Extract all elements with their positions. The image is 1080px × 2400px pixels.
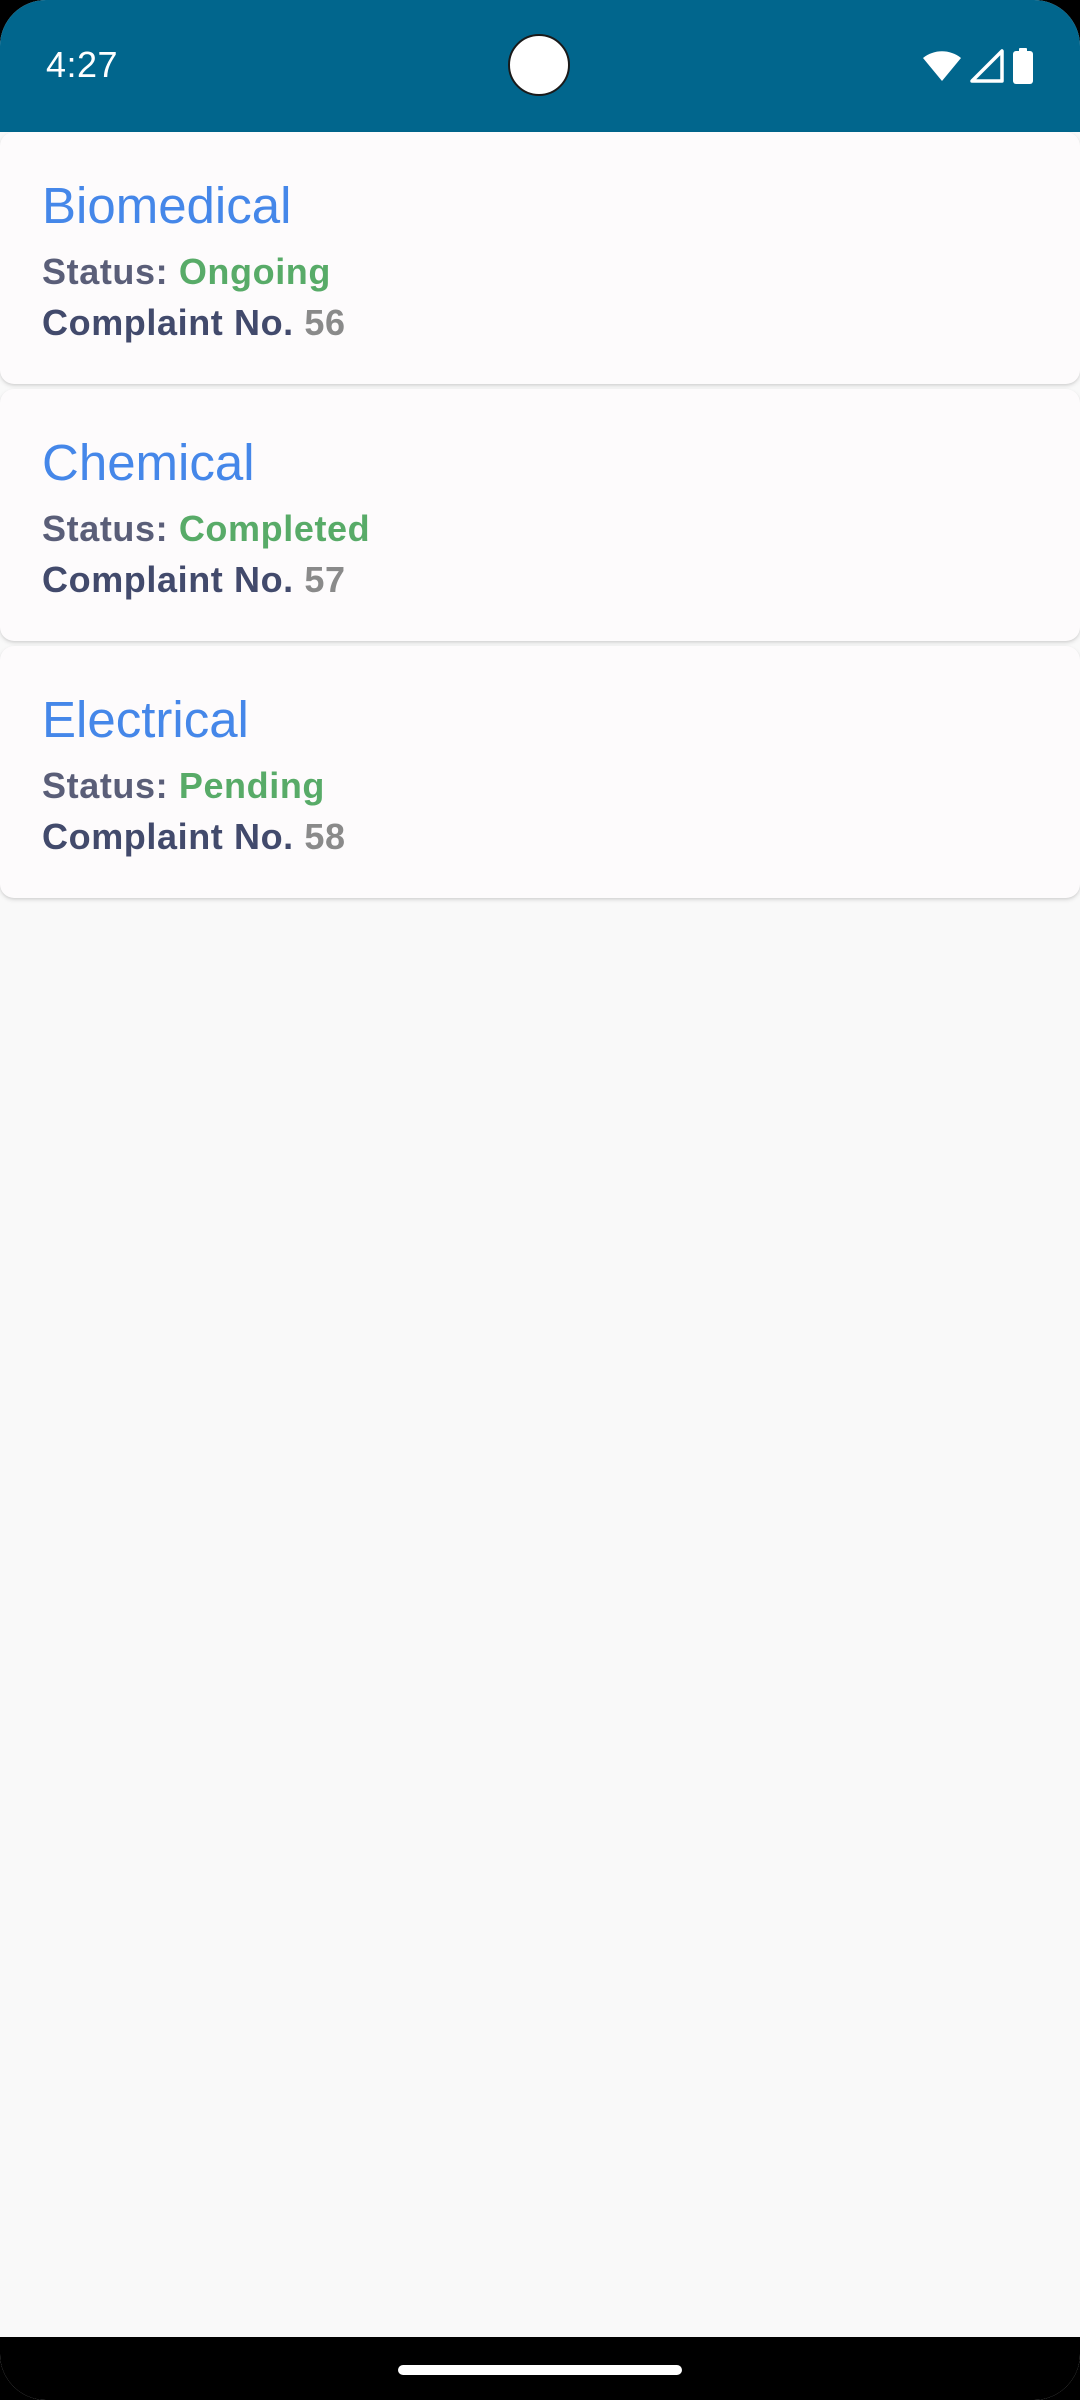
complaint-number-label: Complaint No. [42,559,294,600]
status-time: 4:27 [46,44,119,85]
battery-icon [1012,48,1034,84]
status-value: Ongoing [178,251,331,292]
status-icons [922,46,1034,86]
complaint-status: Status: Completed [42,511,370,547]
complaint-title: Biomedical [42,177,292,234]
complaint-card[interactable]: Chemical Status: Completed Complaint No.… [0,389,1080,641]
complaint-status: Status: Ongoing [42,254,331,290]
complaint-status: Status: Pending [42,768,325,804]
status-value: Pending [178,765,326,806]
cell-signal-icon [970,49,1004,83]
complaint-number-label: Complaint No. [42,302,294,343]
status-label: Status: [42,251,169,292]
complaint-number-row: Complaint No. 57 [42,562,346,598]
complaint-title: Electrical [42,691,249,748]
app-screen: 4:27 Biomedical Status: Ongoing Complain… [0,0,1080,2400]
navigation-bar [0,2337,1080,2400]
complaint-card[interactable]: Biomedical Status: Ongoing Complaint No.… [0,132,1080,384]
complaint-number-value: 58 [304,816,346,857]
complaint-title: Chemical [42,434,255,491]
complaint-number-value: 57 [304,559,346,600]
status-bar: 4:27 [0,0,1080,132]
complaint-number-value: 56 [304,302,346,343]
complaint-number-label: Complaint No. [42,816,294,857]
wifi-icon [922,50,962,82]
complaint-number-row: Complaint No. 58 [42,819,346,855]
camera-cutout [508,34,570,96]
status-value: Completed [178,508,371,549]
status-label: Status: [42,765,169,806]
home-gesture-handle[interactable] [398,2365,682,2375]
status-label: Status: [42,508,169,549]
complaint-number-row: Complaint No. 56 [42,305,346,341]
complaint-list: Biomedical Status: Ongoing Complaint No.… [0,132,1080,903]
complaint-card[interactable]: Electrical Status: Pending Complaint No.… [0,646,1080,898]
